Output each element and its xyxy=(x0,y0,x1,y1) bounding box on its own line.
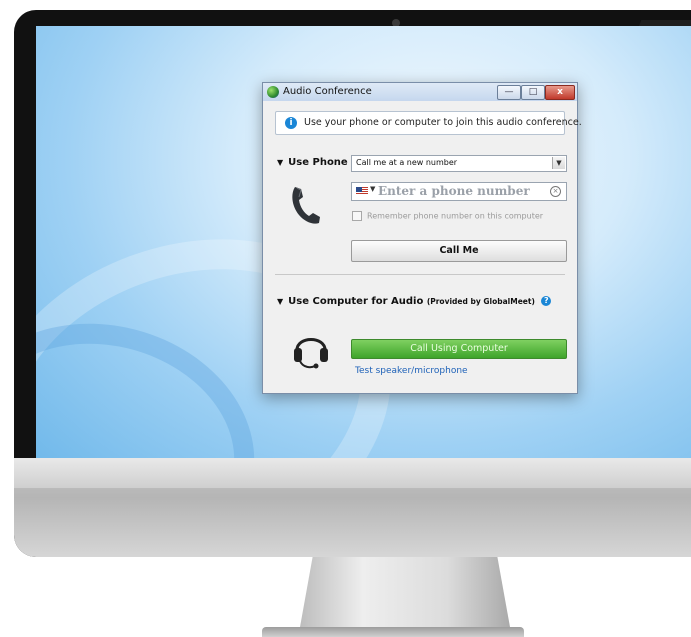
chevron-down-icon[interactable]: ▼ xyxy=(370,185,375,193)
info-text: Use your phone or computer to join this … xyxy=(304,117,582,128)
remember-label: Remember phone number on this computer xyxy=(367,211,544,221)
use-phone-header[interactable]: ▼ Use Phone xyxy=(277,157,348,168)
checkbox-box[interactable] xyxy=(352,211,362,221)
info-icon: i xyxy=(285,117,297,129)
headset-icon xyxy=(294,338,328,369)
phone-number-input[interactable]: ▼ Enter a phone number × xyxy=(351,182,567,201)
maximize-button[interactable]: □ xyxy=(521,85,545,100)
monitor-stand xyxy=(300,557,510,627)
minimize-button[interactable]: — xyxy=(497,85,521,100)
test-speaker-microphone-link[interactable]: Test speaker/microphone xyxy=(355,366,468,376)
remember-number-checkbox[interactable]: Remember phone number on this computer xyxy=(352,211,543,221)
help-icon[interactable]: ? xyxy=(541,296,552,306)
section-divider xyxy=(275,274,565,275)
use-computer-header[interactable]: ▼ Use Computer for Audio (Provided by Glo… xyxy=(277,296,552,307)
globe-icon xyxy=(267,86,279,98)
info-banner: i Use your phone or computer to join thi… xyxy=(275,111,582,135)
close-button[interactable]: x xyxy=(545,85,575,100)
window-title: Audio Conference xyxy=(283,86,372,97)
phone-mode-value: Call me at a new number xyxy=(356,158,458,167)
use-phone-label: Use Phone xyxy=(288,157,348,168)
monitor-base xyxy=(262,627,524,637)
phone-mode-select[interactable]: Call me at a new number ▼ xyxy=(351,155,567,172)
phone-number-placeholder: Enter a phone number xyxy=(378,184,530,198)
collapse-triangle-icon: ▼ xyxy=(277,297,284,306)
chevron-down-icon: ▼ xyxy=(552,157,565,169)
call-using-computer-button[interactable]: Call Using Computer xyxy=(351,339,567,359)
us-flag-icon[interactable] xyxy=(356,187,368,195)
call-me-button[interactable]: Call Me xyxy=(351,240,567,262)
audio-conference-window: Audio Conference — □ x i Use your phone … xyxy=(262,82,582,394)
use-computer-label: Use Computer for Audio xyxy=(288,296,424,307)
phone-handset-icon xyxy=(292,187,320,224)
provider-label: (Provided by GlobalMeet) xyxy=(426,297,535,306)
collapse-triangle-icon: ▼ xyxy=(277,158,284,167)
clear-icon[interactable]: × xyxy=(550,186,561,197)
title-bar[interactable]: Audio Conference — □ x xyxy=(263,83,577,101)
